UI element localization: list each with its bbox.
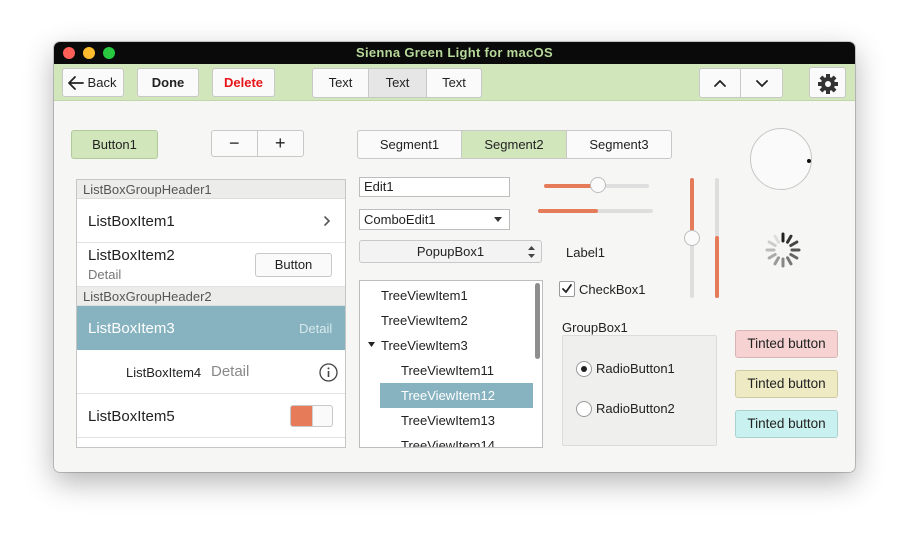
tree-item-14[interactable]: TreeViewItem14 xyxy=(401,433,495,447)
chevron-down-icon xyxy=(755,80,768,88)
tree-item-1[interactable]: TreeViewItem1 xyxy=(381,283,468,308)
arrow-left-icon xyxy=(68,76,84,90)
back-label: Back xyxy=(87,75,117,90)
groupbox1-title: GroupBox1 xyxy=(562,320,628,335)
tree-item-11[interactable]: TreeViewItem11 xyxy=(401,358,494,383)
listbox-item-1[interactable]: ListBoxItem1 xyxy=(77,199,345,243)
stepper-minus-button[interactable]: − xyxy=(212,131,258,156)
tree-item-13[interactable]: TreeViewItem13 xyxy=(401,408,495,433)
checkbox1[interactable] xyxy=(559,281,575,297)
delete-button[interactable]: Delete xyxy=(212,68,275,97)
back-button[interactable]: Back xyxy=(62,68,124,97)
knob-indicator xyxy=(807,159,811,163)
toolbar-segment-2[interactable]: Text xyxy=(369,69,427,97)
zoom-window-button[interactable] xyxy=(103,47,115,59)
disclosure-triangle-icon[interactable] xyxy=(367,341,376,348)
triangle-down-icon xyxy=(494,217,502,222)
window-title: Sienna Green Light for macOS xyxy=(356,45,553,60)
app-window: Sienna Green Light for macOS Back Done D… xyxy=(54,42,855,472)
done-button[interactable]: Done xyxy=(137,68,199,97)
listbox-item-2-button[interactable]: Button xyxy=(255,253,332,277)
chevron-up-icon xyxy=(714,79,726,87)
listbox-item-5[interactable]: ListBoxItem5 xyxy=(77,394,345,438)
title-bar: Sienna Green Light for macOS xyxy=(54,42,855,64)
stepper-plus-button[interactable]: + xyxy=(258,131,304,156)
switch-thumb xyxy=(312,406,332,426)
delete-label: Delete xyxy=(223,75,264,90)
listbox: ListBoxGroupHeader1 ListBoxItem1 ListBox… xyxy=(76,179,346,448)
groupbox1: RadioButton1 RadioButton2 xyxy=(562,335,717,446)
settings-button[interactable] xyxy=(809,67,846,98)
checkmark-icon xyxy=(562,284,572,294)
button1[interactable]: Button1 xyxy=(71,130,158,159)
done-label: Done xyxy=(151,75,185,90)
gear-icon xyxy=(818,74,838,94)
updown-arrows-icon xyxy=(528,246,535,258)
tree-item-3[interactable]: TreeViewItem3 xyxy=(381,333,468,358)
minimize-window-button[interactable] xyxy=(83,47,95,59)
tinted-button-cyan[interactable]: Tinted button xyxy=(735,410,838,438)
tree-item-2[interactable]: TreeViewItem2 xyxy=(381,308,468,333)
info-icon[interactable] xyxy=(319,363,338,382)
segment-1[interactable]: Segment1 xyxy=(358,131,462,158)
activity-spinner-icon xyxy=(765,232,801,268)
comboedit1-field[interactable]: ComboEdit1 xyxy=(359,209,510,230)
tinted-button-yellow[interactable]: Tinted button xyxy=(735,370,838,398)
slider-1-thumb[interactable] xyxy=(590,177,606,193)
toolbar-segment-3[interactable]: Text xyxy=(427,69,481,97)
tinted-button-red[interactable]: Tinted button xyxy=(735,330,838,358)
listbox-group-header-2: ListBoxGroupHeader2 xyxy=(77,287,345,306)
listbox-item-3[interactable]: ListBoxItem3 Detail xyxy=(77,306,345,350)
up-button[interactable] xyxy=(700,69,742,97)
radio-dot xyxy=(581,366,587,372)
close-window-button[interactable] xyxy=(63,47,75,59)
checkbox1-label: CheckBox1 xyxy=(579,282,646,297)
segment-2[interactable]: Segment2 xyxy=(462,131,567,158)
popupbox1[interactable]: PopupBox1 xyxy=(359,240,542,263)
toolbar-segment-1[interactable]: Text xyxy=(313,69,369,97)
up-down-control xyxy=(699,68,783,98)
down-button[interactable] xyxy=(741,69,782,97)
tree-item-12[interactable]: TreeViewItem12 xyxy=(380,383,533,408)
listbox-item-4[interactable]: ListBoxItem4 Detail xyxy=(77,350,345,394)
radiobutton1[interactable] xyxy=(576,361,592,377)
vslider-1-thumb[interactable] xyxy=(684,230,700,246)
vslider-1-track[interactable] xyxy=(684,178,700,298)
segment-3[interactable]: Segment3 xyxy=(567,131,671,158)
toolbar-segmented-control: Text Text Text xyxy=(312,68,482,98)
slider-2-track[interactable] xyxy=(538,209,653,213)
listbox-item-2[interactable]: ListBoxItem2 Detail Button xyxy=(77,243,345,287)
label1: Label1 xyxy=(566,245,606,260)
edit1-field[interactable]: Edit1 xyxy=(359,177,510,197)
tree-view: TreeViewItem1 TreeViewItem2 TreeViewItem… xyxy=(359,280,543,448)
vslider-1-fill xyxy=(690,178,694,238)
radiobutton2-label: RadioButton2 xyxy=(596,401,675,416)
radiobutton1-label: RadioButton1 xyxy=(596,361,675,376)
slider-2-fill xyxy=(538,209,598,213)
chevron-right-icon xyxy=(324,216,331,226)
vslider-2-fill xyxy=(715,236,719,298)
toolbar: Back Done Delete Text Text Text xyxy=(54,64,855,101)
rotary-knob[interactable] xyxy=(750,128,812,190)
tree-scrollbar-thumb[interactable] xyxy=(535,283,540,359)
segmented-control: Segment1 Segment2 Segment3 xyxy=(357,130,672,159)
listbox-item-5-switch[interactable] xyxy=(290,405,333,427)
vslider-2-track[interactable] xyxy=(715,178,719,298)
stepper: − + xyxy=(211,130,304,157)
slider-1-track[interactable] xyxy=(544,177,649,193)
radiobutton2[interactable] xyxy=(576,401,592,417)
listbox-group-header-1: ListBoxGroupHeader1 xyxy=(77,180,345,199)
